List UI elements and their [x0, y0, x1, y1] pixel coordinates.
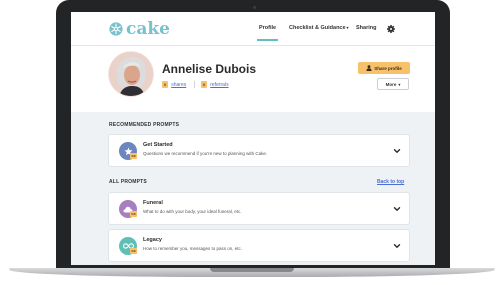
profile-name: Annelise Dubois — [162, 62, 257, 76]
referrals-link[interactable]: referrals — [210, 82, 228, 88]
legacy-icon-circle: 0/8 — [119, 237, 137, 255]
chevron-down-icon: ▾ — [398, 81, 401, 87]
app-screen: cake Profile Checklist & Guidance▾ Shari… — [71, 12, 435, 265]
back-to-top-link[interactable]: Back to top — [377, 179, 404, 185]
shares-count-badge: 0 — [162, 81, 169, 88]
cake-logo[interactable]: cake — [109, 19, 170, 39]
share-profile-button[interactable]: Share profile — [358, 62, 410, 74]
prompt-title: Get Started — [143, 142, 173, 148]
more-label: More — [385, 81, 397, 87]
referrals-count-badge: 0 — [201, 81, 208, 88]
all-prompts-heading: ALL PROMPTS — [109, 179, 147, 185]
nav-sharing[interactable]: Sharing — [356, 25, 376, 31]
nav-checklist-guidance[interactable]: Checklist & Guidance▾ — [289, 25, 349, 31]
shares-link[interactable]: shares — [171, 82, 186, 88]
recommended-prompts-heading: RECOMMENDED PROMPTS — [109, 122, 180, 128]
more-button[interactable]: More ▾ — [377, 78, 409, 90]
avatar[interactable] — [108, 51, 154, 97]
progress-badge: 0/8 — [130, 211, 137, 217]
cake-logo-icon — [109, 22, 123, 36]
profile-header: Annelise Dubois 0 shares 0 referrals Sha… — [71, 46, 435, 112]
settings-button[interactable] — [383, 20, 399, 38]
prompt-description: How to remember you, messages to pass on… — [143, 246, 243, 251]
prompt-description: Questions we recommend if you're new to … — [143, 151, 268, 156]
chevron-down-icon[interactable] — [393, 205, 401, 213]
progress-badge: 0/8 — [130, 153, 137, 159]
laptop-camera — [253, 6, 256, 9]
chevron-down-icon[interactable] — [393, 147, 401, 155]
stat-divider — [194, 81, 195, 88]
prompt-description: What to do with your body, your ideal fu… — [143, 209, 242, 214]
share-profile-label: Share profile — [374, 65, 402, 71]
shares-stat[interactable]: 0 shares — [162, 81, 186, 88]
nav-profile[interactable]: Profile — [256, 25, 279, 41]
gear-icon — [387, 25, 395, 33]
get-started-icon-circle: 0/8 — [119, 142, 137, 160]
logo-text: cake — [126, 19, 170, 39]
chevron-down-icon[interactable] — [393, 242, 401, 250]
funeral-icon-circle: 0/8 — [119, 200, 137, 218]
top-navigation: cake Profile Checklist & Guidance▾ Shari… — [71, 12, 435, 46]
prompt-card-get-started[interactable]: 0/8 Get Started Questions we recommend i… — [108, 134, 410, 167]
laptop-base-notch — [210, 268, 294, 272]
progress-badge: 0/8 — [130, 248, 137, 254]
nav-checklist-label: Checklist & Guidance — [289, 25, 346, 31]
prompt-card-legacy[interactable]: 0/8 Legacy How to remember you, messages… — [108, 229, 410, 262]
prompt-title: Legacy — [143, 237, 162, 243]
prompt-card-funeral[interactable]: 0/8 Funeral What to do with your body, y… — [108, 192, 410, 225]
prompt-title: Funeral — [143, 200, 163, 206]
referrals-stat[interactable]: 0 referrals — [201, 81, 229, 88]
person-icon — [366, 65, 372, 71]
chevron-down-icon: ▾ — [346, 25, 349, 30]
